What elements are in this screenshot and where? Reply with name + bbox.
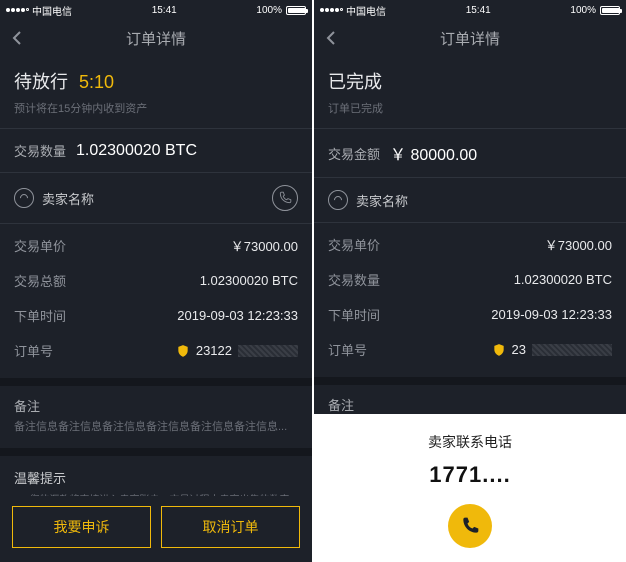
amount-label: 交易数量 [14, 141, 66, 160]
carrier-label: 中国电信 [346, 3, 386, 18]
navbar: 订单详情 [314, 20, 626, 56]
battery-icon [600, 6, 620, 15]
chevron-left-icon [10, 30, 26, 46]
status-hint: 订单已完成 [328, 100, 612, 116]
remark-title: 备注 [0, 386, 312, 419]
row-total: 交易总额1.02300020 BTC [0, 263, 312, 298]
order-detail-right: 中国电信 15:41 100% 订单详情 已完成 订单已完成 交易金额 ￥ 80… [314, 0, 626, 562]
signal-dots-icon [6, 8, 29, 12]
sheet-title: 卖家联系电话 [314, 432, 626, 452]
details-rows: 交易单价￥73000.00 交易数量1.02300020 BTC 下单时间201… [314, 223, 626, 377]
redacted-block [532, 344, 612, 356]
row-qty: 交易数量1.02300020 BTC [314, 262, 626, 297]
sheet-phone-number: 1771.... [314, 462, 626, 488]
call-seller-button[interactable] [272, 185, 298, 211]
redacted-block [238, 345, 298, 357]
signal-dots-icon [320, 8, 343, 12]
seller-section: 卖家名称 [0, 173, 312, 224]
seller-name: 卖家名称 [42, 189, 94, 208]
phone-icon [278, 191, 292, 205]
row-price: 交易单价￥73000.00 [314, 227, 626, 262]
amount-value: ￥ 80000.00 [390, 141, 477, 165]
page-title: 订单详情 [440, 28, 500, 49]
battery-percent: 100% [570, 5, 596, 16]
battery-icon [286, 6, 306, 15]
orderno-value: 23122 [196, 343, 232, 358]
clock-label: 15:41 [466, 5, 491, 16]
battery-percent: 100% [256, 5, 282, 16]
row-orderno: 订单号 23 [314, 332, 626, 367]
shield-icon [176, 344, 190, 358]
row-time: 下单时间2019-09-03 12:23:33 [0, 298, 312, 333]
cancel-order-button[interactable]: 取消订单 [161, 506, 300, 548]
amount-value: 1.02300020 BTC [76, 142, 197, 160]
row-orderno: 订单号 23122 [0, 333, 312, 368]
countdown-timer: 5:10 [79, 72, 114, 92]
appeal-button[interactable]: 我要申诉 [12, 506, 151, 548]
amount-label: 交易金额 [328, 144, 380, 163]
row-price: 交易单价￥73000.00 [0, 228, 312, 263]
status-label: 待放行 [14, 72, 68, 92]
row-time: 下单时间2019-09-03 12:23:33 [314, 297, 626, 332]
chevron-left-icon [324, 30, 340, 46]
status-label: 已完成 [328, 72, 382, 92]
page-title: 订单详情 [126, 28, 186, 49]
back-button[interactable] [324, 30, 340, 46]
seller-section: 卖家名称 [314, 178, 626, 223]
remark-text: 备注信息备注信息备注信息备注信息备注信息备注信息... [0, 419, 312, 448]
clock-label: 15:41 [152, 5, 177, 16]
status-section: 待放行 5:10 预计将在15分钟内收到资产 [0, 56, 312, 129]
status-bar: 中国电信 15:41 100% [314, 0, 626, 20]
shield-icon [492, 343, 506, 357]
amount-section: 交易金额 ￥ 80000.00 [314, 129, 626, 178]
status-hint: 预计将在15分钟内收到资产 [14, 100, 298, 116]
phone-icon [460, 516, 480, 536]
bottom-actions: 我要申诉 取消订单 [0, 496, 312, 562]
order-detail-left: 中国电信 15:41 100% 订单详情 待放行 5:10 预计将在15分钟内收… [0, 0, 312, 562]
tips-title: 温馨提示 [0, 456, 312, 493]
user-icon [328, 190, 348, 210]
call-button[interactable] [448, 504, 492, 548]
amount-section: 交易数量 1.02300020 BTC [0, 129, 312, 173]
carrier-label: 中国电信 [32, 3, 72, 18]
seller-name: 卖家名称 [356, 191, 408, 210]
back-button[interactable] [10, 30, 26, 46]
contact-sheet: 卖家联系电话 1771.... [314, 414, 626, 562]
orderno-value: 23 [512, 342, 526, 357]
navbar: 订单详情 [0, 20, 312, 56]
status-bar: 中国电信 15:41 100% [0, 0, 312, 20]
user-icon [14, 188, 34, 208]
status-section: 已完成 订单已完成 [314, 56, 626, 129]
details-rows: 交易单价￥73000.00 交易总额1.02300020 BTC 下单时间201… [0, 224, 312, 378]
